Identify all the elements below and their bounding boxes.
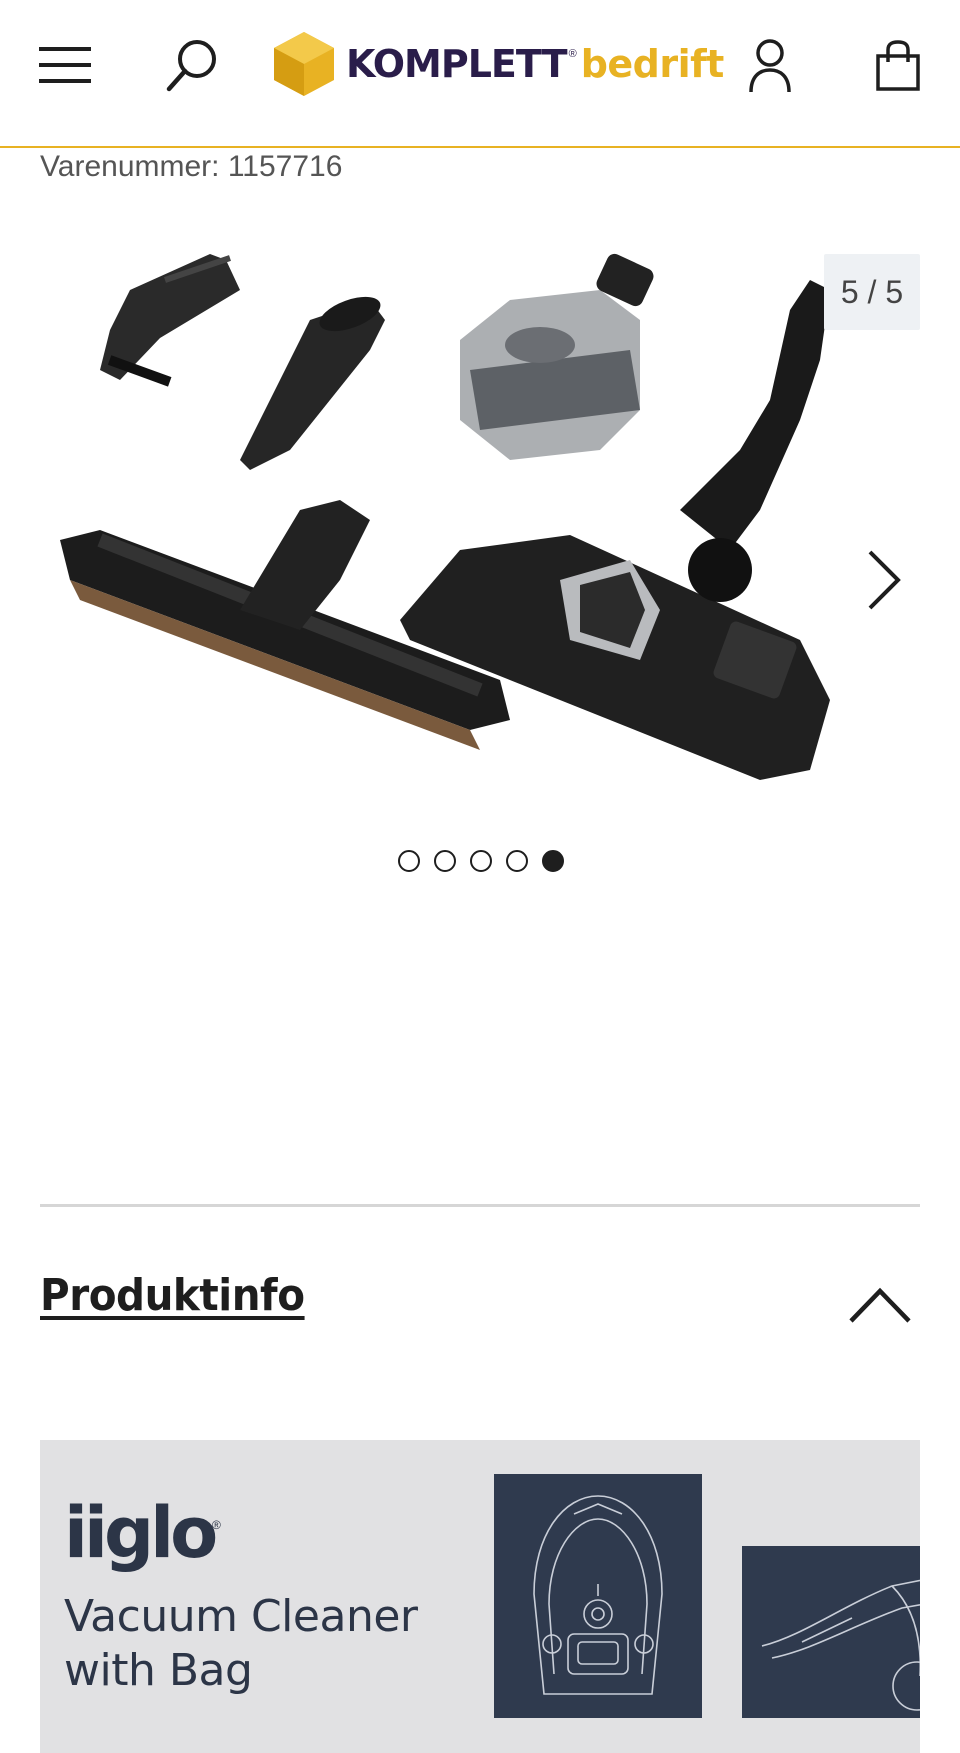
produktinfo-heading[interactable]: Produktinfo (40, 1270, 305, 1321)
cart-icon (876, 40, 920, 91)
carousel-dot-5[interactable] (542, 850, 564, 872)
komplett-logo-mark-icon (274, 32, 334, 96)
crevice-tool-nozzle (240, 296, 385, 470)
search-button[interactable] (155, 30, 230, 100)
menu-icon (39, 47, 91, 83)
image-counter: 5 / 5 (824, 254, 920, 330)
vacuum-side-illustration (742, 1546, 920, 1718)
search-icon (166, 40, 216, 92)
banner-subtitle: Vacuum Cleaner with Bag (64, 1590, 418, 1698)
menu-button[interactable] (30, 30, 100, 100)
komplett-bedrift-logo[interactable]: KOMPLETT ® bedrift (272, 28, 724, 100)
logo-registered-mark: ® (568, 48, 577, 60)
carousel-dot-1[interactable] (398, 850, 420, 872)
section-divider (40, 1204, 920, 1207)
product-info-banner: iiglo ® Vacuum Cleaner with Bag (40, 1440, 920, 1753)
banner-subtitle-line-1: Vacuum Cleaner (64, 1591, 418, 1642)
next-image-button[interactable] (856, 540, 912, 620)
carousel-dot-3[interactable] (470, 850, 492, 872)
carousel-dot-4[interactable] (506, 850, 528, 872)
turbo-brush-nozzle (460, 253, 654, 460)
chevron-right-icon (868, 550, 901, 610)
brand-registered-mark: ® (212, 1518, 221, 1532)
product-sku: Varenummer: 1157716 (40, 150, 343, 183)
carousel-dot-2[interactable] (434, 850, 456, 872)
product-image (60, 253, 830, 780)
account-icon (749, 39, 791, 93)
iiglo-brand-logo: iiglo (64, 1492, 218, 1574)
logo-text-bedrift: bedrift (580, 42, 725, 86)
logo-text-komplett: KOMPLETT (346, 42, 568, 86)
account-button[interactable] (730, 28, 810, 104)
upholstery-brush-nozzle (100, 254, 240, 387)
carousel-dots (398, 850, 564, 872)
cart-button[interactable] (858, 28, 938, 104)
chevron-up-icon (849, 1287, 911, 1323)
produktinfo-collapse-button[interactable] (840, 1270, 920, 1340)
product-image-gallery[interactable]: 5 / 5 (40, 250, 920, 890)
vacuum-front-illustration (494, 1474, 702, 1718)
vacuum-side-line-drawing (761, 1579, 920, 1711)
site-header: KOMPLETT ® bedrift (0, 0, 960, 148)
banner-subtitle-line-2: with Bag (64, 1645, 253, 1696)
vacuum-front-line-drawing (533, 1495, 663, 1695)
